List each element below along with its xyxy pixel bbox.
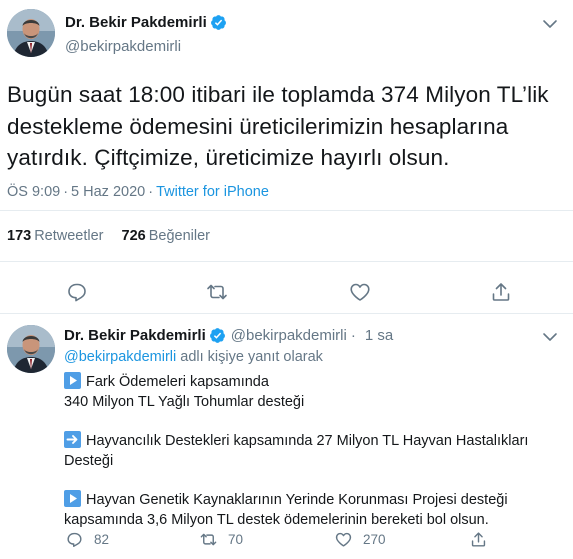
likes-stat[interactable]: 726 Beğeniler: [122, 228, 210, 244]
reply-action-bar: 82 70 270: [0, 527, 573, 555]
like-count: 726: [121, 228, 146, 244]
tweet-meta: ÖS 9:09 · 5 Haz 2020 · Twitter for iPhone: [7, 184, 269, 200]
replying-to: @bekirpakdemirli adlı kişiye yanıt olara…: [64, 349, 323, 365]
retweets-stat[interactable]: 173 Retweetler: [7, 228, 104, 244]
tweet-action-bar: [0, 272, 573, 312]
replying-to-suffix: adlı kişiye yanıt olarak: [180, 349, 323, 365]
text-line: 340 Milyon TL Yağlı Tohumlar desteği: [64, 394, 305, 410]
meta-separator: ·: [148, 184, 154, 200]
author-name-row[interactable]: Dr. Bekir Pakdemirli: [65, 14, 227, 31]
tweet-text: Bugün saat 18:00 itibari ile toplamda 37…: [7, 82, 549, 170]
play-button-emoji-icon: [64, 490, 81, 507]
line-text: Hayvan Genetik Kaynaklarının Yerinde Kor…: [86, 492, 508, 508]
author-handle[interactable]: @bekirpakdemirli: [231, 327, 347, 344]
share-icon[interactable]: [469, 530, 488, 549]
reply-paragraph: Hayvancılık Destekleri kapsamında 27 Mil…: [64, 431, 564, 471]
tweet-time-ago[interactable]: 1 sa: [365, 327, 393, 344]
like-label: Beğeniler: [148, 228, 210, 244]
like-action[interactable]: 270: [334, 530, 386, 549]
right-arrow-emoji-icon: [64, 431, 81, 448]
display-name[interactable]: Dr. Bekir Pakdemirli: [65, 14, 207, 31]
engagement-stats: 173 Retweetler 726 Beğeniler: [0, 210, 573, 262]
meta-separator: ·: [63, 184, 69, 200]
reply-tweet[interactable]: Dr. Bekir Pakdemirli @bekirpakdemirli · …: [0, 314, 573, 559]
retweet-count: 173: [7, 228, 32, 244]
avatar[interactable]: [7, 325, 55, 373]
profile-photo: [7, 9, 55, 57]
like-icon[interactable]: [334, 530, 353, 549]
author-handle[interactable]: @bekirpakdemirli: [65, 38, 181, 55]
reply-action[interactable]: 82: [65, 530, 109, 549]
retweet-icon[interactable]: [205, 280, 229, 304]
display-name[interactable]: Dr. Bekir Pakdemirli: [64, 327, 206, 344]
share-action[interactable]: [469, 530, 498, 549]
chevron-down-icon[interactable]: [540, 17, 560, 31]
reply-icon[interactable]: [65, 530, 84, 549]
tweet-date[interactable]: 5 Haz 2020: [71, 184, 145, 200]
like-icon[interactable]: [348, 280, 372, 304]
reply-icon[interactable]: [65, 280, 89, 304]
retweet-icon[interactable]: [199, 530, 218, 549]
chevron-down-icon[interactable]: [540, 330, 560, 344]
reply-paragraph: Fark Ödemeleri kapsamında 340 Milyon TL …: [64, 372, 564, 412]
replying-to-mention[interactable]: @bekirpakdemirli: [64, 349, 176, 365]
retweet-label: Retweetler: [34, 228, 104, 244]
line-text: Hayvancılık Destekleri kapsamında 27 Mil…: [86, 433, 529, 449]
text-line: Hayvan Genetik Kaynaklarının Yerinde Kor…: [64, 490, 564, 510]
text-line: Desteği: [64, 453, 114, 469]
avatar[interactable]: [7, 9, 55, 57]
text-line: Hayvancılık Destekleri kapsamında 27 Mil…: [64, 431, 564, 451]
retweet-count: 70: [228, 532, 244, 547]
text-line: Fark Ödemeleri kapsamında: [64, 372, 564, 392]
like-count: 270: [363, 532, 386, 547]
share-icon[interactable]: [489, 280, 513, 304]
meta-separator: ·: [350, 327, 356, 344]
verified-badge-icon: [210, 14, 227, 31]
profile-photo: [7, 325, 55, 373]
tweet-source-link[interactable]: Twitter for iPhone: [156, 184, 269, 200]
line-text: Fark Ödemeleri kapsamında: [86, 374, 269, 390]
author-name-row[interactable]: Dr. Bekir Pakdemirli @bekirpakdemirli · …: [64, 327, 393, 344]
retweet-action[interactable]: 70: [199, 530, 243, 549]
main-tweet: Dr. Bekir Pakdemirli @bekirpakdemirli Bu…: [0, 0, 573, 314]
verified-badge-icon: [209, 327, 226, 344]
reply-paragraph: Hayvan Genetik Kaynaklarının Yerinde Kor…: [64, 490, 564, 530]
play-button-emoji-icon: [64, 372, 81, 389]
reply-text: Fark Ödemeleri kapsamında 340 Milyon TL …: [64, 372, 564, 530]
tweet-time[interactable]: ÖS 9:09: [7, 184, 60, 200]
reply-count: 82: [94, 532, 110, 547]
